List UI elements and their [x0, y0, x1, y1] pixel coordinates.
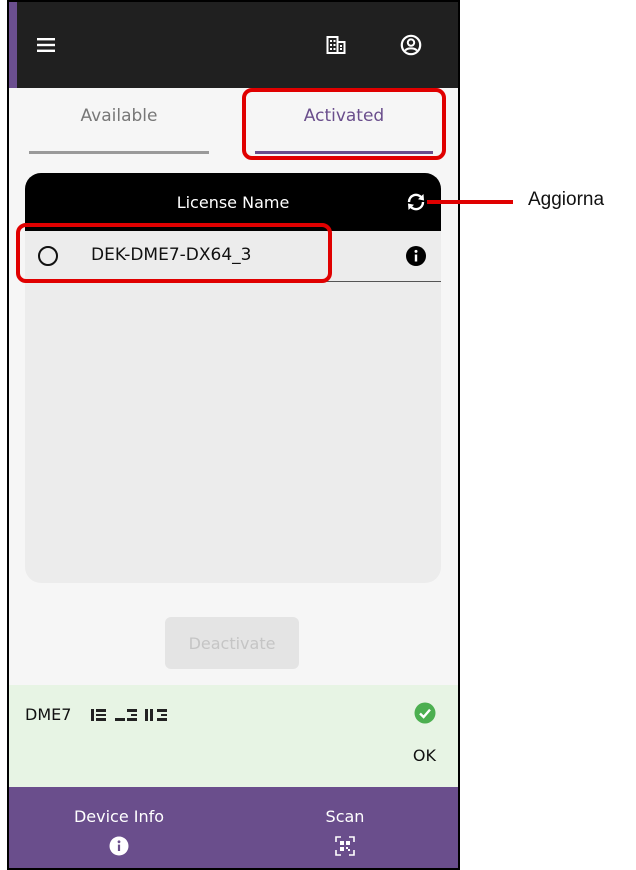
accent-strip	[9, 2, 17, 88]
device-name: DME7	[25, 705, 72, 724]
menu-icon[interactable]	[31, 30, 61, 60]
ok-check-icon	[414, 702, 436, 728]
qr-scan-icon	[335, 836, 355, 856]
bottom-navigation: Device Info Scan	[9, 787, 458, 868]
building-icon[interactable]	[321, 30, 351, 60]
callout-label: Aggiorna	[528, 189, 605, 210]
top-app-bar	[9, 2, 458, 88]
refresh-icon[interactable]	[405, 191, 427, 217]
account-icon[interactable]	[396, 30, 426, 60]
device-status-panel: DME7 OK	[9, 685, 458, 787]
highlight-license-row	[16, 223, 332, 283]
device-info-label: Device Info	[73, 807, 165, 826]
device-info-icon	[109, 836, 129, 856]
nav-scan[interactable]: Scan	[305, 807, 385, 860]
tab-available-label: Available	[80, 106, 158, 126]
serial-redaction	[91, 709, 167, 721]
tab-available[interactable]: Available	[29, 106, 209, 154]
license-name-header: License Name	[176, 192, 290, 212]
scan-label: Scan	[325, 807, 365, 826]
deactivate-button[interactable]: Deactivate	[165, 617, 299, 669]
status-ok-label: OK	[412, 746, 436, 765]
info-icon[interactable]	[405, 245, 427, 271]
tab-available-underline	[29, 151, 209, 154]
callout-line	[427, 200, 513, 204]
highlight-activated-tab	[242, 88, 446, 160]
nav-device-info[interactable]: Device Info	[59, 807, 179, 860]
